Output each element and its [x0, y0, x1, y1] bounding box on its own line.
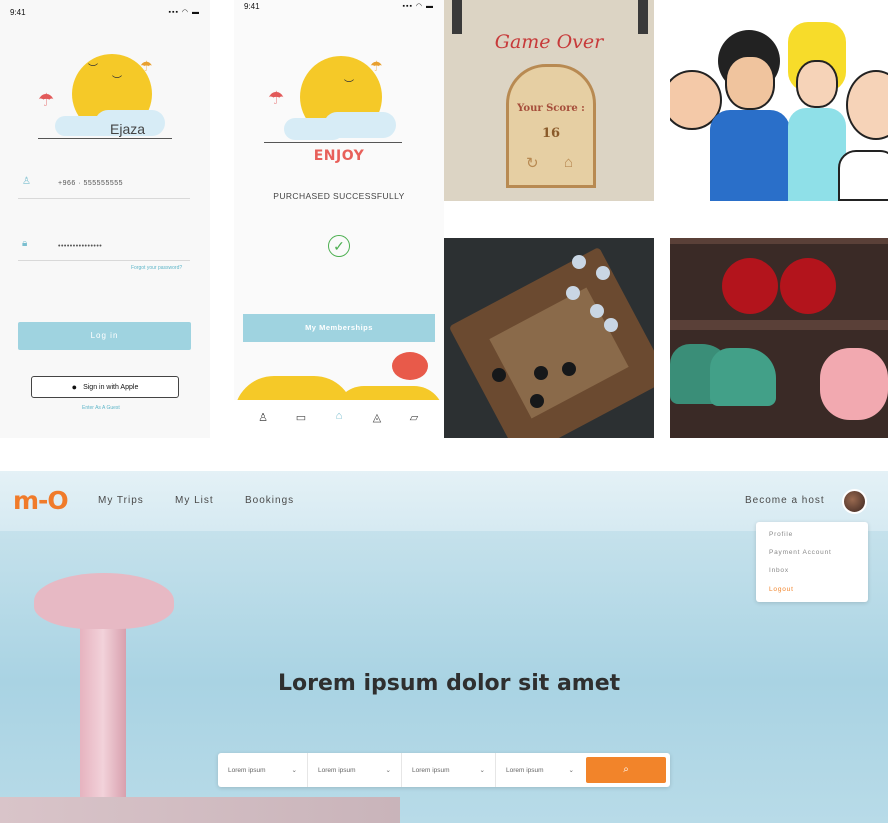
become-host-link[interactable]: Become a host: [745, 495, 825, 506]
kids-illustration: [670, 0, 888, 201]
white-checker: [572, 255, 586, 269]
child-face: [796, 60, 838, 108]
child-face: [846, 70, 888, 140]
parachute-icon: ☂: [370, 58, 383, 74]
status-time: 9:41: [244, 2, 260, 11]
backgammon-photo: [444, 238, 654, 438]
white-checker: [604, 318, 618, 332]
lock-icon: 🔒︎: [22, 238, 28, 249]
menu-inbox[interactable]: Inbox: [769, 567, 789, 574]
search-bar: Lorem ipsum ⌄ Lorem ipsum ⌄ Lorem ipsum …: [218, 753, 670, 787]
nav-my-trips[interactable]: My Trips: [98, 495, 144, 506]
check-icon: ✓: [328, 235, 350, 257]
login-screen: 9:41 ▪▪▪ ◠ ▬ ︶ ︶ ☂ ☂ Ejaza ♙ +966 · 5555…: [0, 0, 210, 438]
white-checker: [590, 304, 604, 318]
black-checker: [562, 362, 576, 376]
parachute-icon: ☂: [38, 90, 55, 110]
search-icon: ⌕: [623, 764, 629, 775]
search-button[interactable]: ⌕: [586, 757, 666, 783]
login-button[interactable]: Log in: [18, 322, 191, 350]
hero-title: Lorem ipsum dolor sit amet: [278, 671, 621, 696]
shelf: [670, 238, 888, 244]
search-field[interactable]: Lorem ipsum ⌄: [308, 753, 402, 787]
chat-icon[interactable]: ▭: [291, 411, 311, 424]
lantern-illustration: [452, 0, 462, 34]
divider: [38, 138, 172, 139]
parachute-icon: ☂: [268, 88, 285, 108]
nav-bookings[interactable]: Bookings: [245, 495, 294, 506]
status-icons: ▪▪▪ ◠ ▬: [168, 9, 200, 16]
search-field[interactable]: Lorem ipsum ⌄: [496, 753, 584, 787]
parachute-icon: ☂: [140, 58, 153, 74]
bird-icon: ︶: [344, 80, 354, 91]
white-checker: [566, 286, 580, 300]
brand-name: Ejaza: [110, 121, 146, 137]
divider: [18, 198, 190, 199]
divider: [264, 142, 402, 143]
bird-icon: ︶: [112, 76, 122, 87]
cloud-illustration: [324, 112, 396, 138]
menu-profile[interactable]: Profile: [769, 531, 793, 538]
search-field[interactable]: Lorem ipsum ⌄: [402, 753, 496, 787]
black-checker: [534, 366, 548, 380]
home-icon[interactable]: ⌂: [329, 410, 349, 422]
shelf: [670, 320, 888, 330]
password-field[interactable]: •••••••••••••••: [58, 243, 102, 250]
white-checker: [596, 266, 610, 280]
chevron-down-icon: ⌄: [385, 767, 391, 774]
status-icons: ▪▪▪ ◠ ▬: [402, 3, 434, 10]
avatar[interactable]: [842, 489, 867, 514]
user-icon: ♙: [22, 176, 31, 187]
status-time: 9:41: [10, 8, 26, 17]
green-sneaker: [710, 348, 776, 406]
chevron-down-icon: ⌄: [291, 767, 297, 774]
tower-illustration: [34, 573, 174, 629]
memberships-button[interactable]: My Memberships: [243, 314, 435, 342]
search-field-label: Lorem ipsum: [228, 766, 266, 774]
enjoy-heading: ENJOY: [313, 148, 365, 164]
menu-logout[interactable]: Logout: [769, 586, 794, 593]
score-value: 16: [541, 126, 561, 141]
lantern-illustration: [638, 0, 648, 34]
apple-signin-button[interactable]: ● Sign in with Apple: [31, 376, 179, 398]
bird-icon: ︶: [88, 64, 98, 75]
apple-signin-label: Sign in with Apple: [83, 383, 139, 391]
ballet-shoe: [820, 348, 888, 420]
website-hero: m-O My Trips My List Bookings Become a h…: [0, 471, 888, 823]
bell-icon[interactable]: ◬: [367, 411, 387, 424]
guest-link[interactable]: Enter As A Guest: [82, 405, 120, 411]
search-field[interactable]: Lorem ipsum ⌄: [218, 753, 308, 787]
home-icon[interactable]: ⌂: [564, 154, 573, 171]
search-field-label: Lorem ipsum: [412, 766, 450, 774]
child-face: [725, 55, 775, 110]
nav-my-list[interactable]: My List: [175, 495, 214, 506]
shore: [0, 797, 400, 823]
user-icon[interactable]: ♙: [253, 411, 273, 424]
black-checker: [492, 368, 506, 382]
replay-icon[interactable]: ↻: [526, 154, 539, 172]
phone-field[interactable]: +966 · 555555555: [58, 180, 123, 187]
apple-icon: ●: [71, 382, 78, 392]
child-hoodie: [710, 110, 790, 201]
game-over-image: Game Over Your Score : 16 ↻ ⌂: [444, 0, 654, 201]
child-shirt: [838, 150, 888, 201]
chevron-down-icon: ⌄: [568, 767, 574, 774]
chevron-down-icon: ⌄: [479, 767, 485, 774]
divider: [18, 260, 190, 261]
black-checker: [530, 394, 544, 408]
ticket-icon[interactable]: ▱: [404, 411, 424, 424]
red-shoe: [780, 258, 836, 314]
success-message: PURCHASED SUCCESSFULLY: [273, 191, 405, 201]
site-logo[interactable]: m-O: [13, 486, 69, 515]
forgot-password-link[interactable]: Forgot your password?: [131, 265, 182, 271]
shoes-illustration: [670, 238, 888, 438]
score-label: Your Score :: [517, 103, 585, 114]
menu-payment-account[interactable]: Payment Account: [769, 549, 832, 556]
success-screen: 9:41 ▪▪▪ ◠ ▬ ︶ ☂ ☂ ENJOY PURCHASED SUCCE…: [234, 0, 444, 438]
search-field-label: Lorem ipsum: [506, 766, 544, 774]
red-shoe: [722, 258, 778, 314]
search-field-label: Lorem ipsum: [318, 766, 356, 774]
game-over-title: Game Over: [494, 31, 604, 53]
crab-illustration: [392, 352, 428, 380]
